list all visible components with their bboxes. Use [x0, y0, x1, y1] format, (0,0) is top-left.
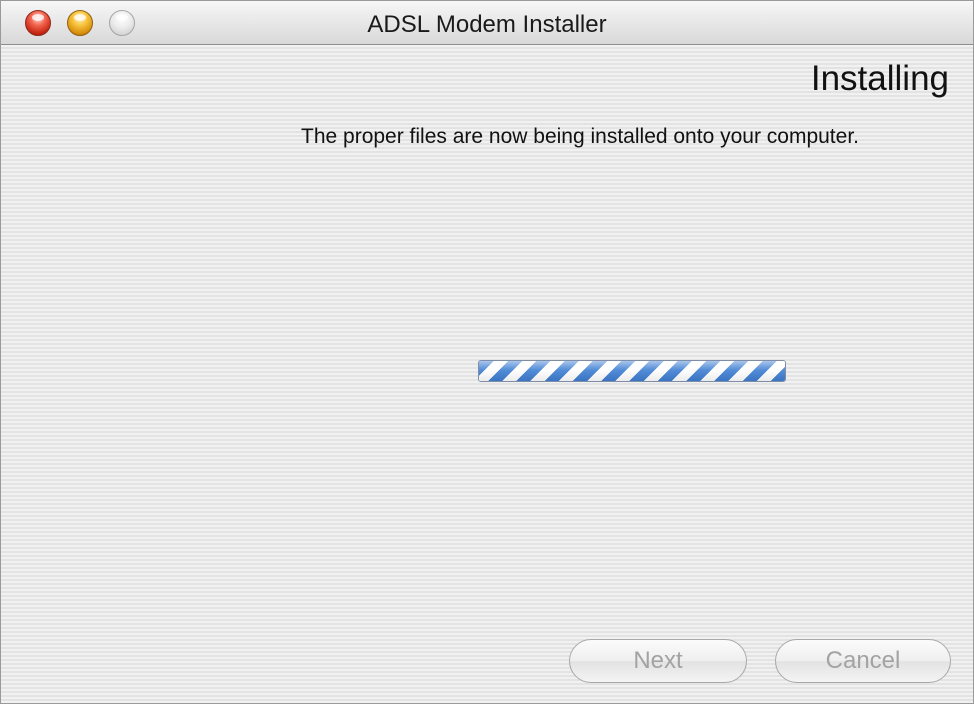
window-title: ADSL Modem Installer	[367, 11, 607, 38]
next-button[interactable]: Next	[569, 639, 747, 683]
progress-bar-fill	[479, 361, 785, 381]
install-progress-bar	[478, 360, 786, 382]
installer-window: ADSL Modem Installer Installing The prop…	[0, 0, 974, 704]
cancel-button[interactable]: Cancel	[775, 639, 951, 683]
status-description: The proper files are now being installed…	[301, 125, 859, 148]
installer-content: Installing The proper files are now bein…	[1, 45, 973, 703]
title-bar[interactable]: ADSL Modem Installer	[1, 1, 973, 45]
page-title: Installing	[810, 59, 949, 98]
